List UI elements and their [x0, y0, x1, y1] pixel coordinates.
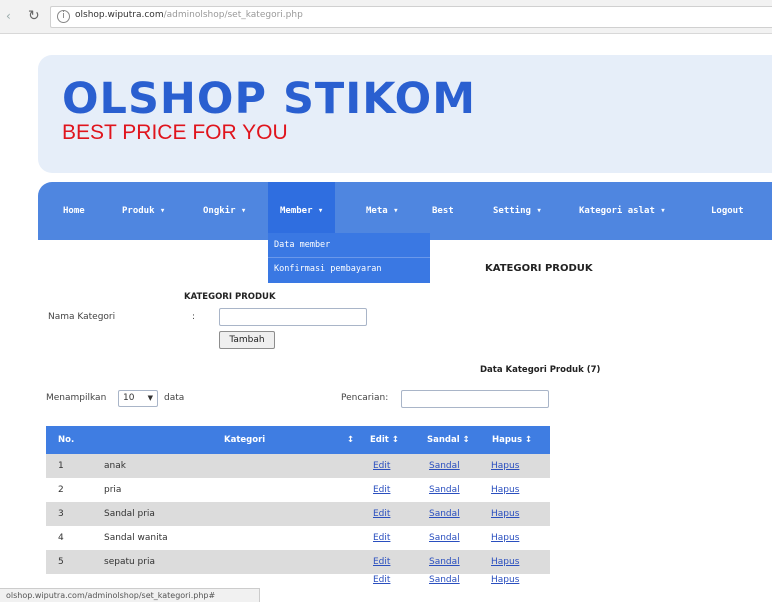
table-row: Edit Sandal Hapus	[46, 574, 550, 588]
address-bar[interactable]: i olshop.wiputra.com/adminolshop/set_kat…	[50, 6, 772, 28]
data-title: Data Kategori Produk (7)	[480, 365, 601, 375]
table-row: 1 anak Edit Sandal Hapus	[46, 454, 550, 478]
cell-no: 5	[58, 557, 64, 567]
hapus-link[interactable]: Hapus	[491, 478, 519, 502]
category-name-input[interactable]	[219, 308, 367, 326]
nav-kategori-aslat[interactable]: Kategori aslat ▾	[579, 182, 666, 240]
sandal-link[interactable]: Sandal	[429, 526, 460, 550]
cell-kategori: Sandal wanita	[104, 533, 168, 543]
address-text: olshop.wiputra.com/adminolshop/set_kateg…	[75, 10, 303, 20]
table-header: No. Kategori ↕ Edit ↕ Sandal ↕ Hapus ↕	[46, 426, 550, 454]
url-path: /adminolshop/set_kategori.php	[163, 10, 303, 20]
col-kategori[interactable]: Kategori	[224, 426, 265, 454]
nav-produk[interactable]: Produk ▾	[122, 182, 165, 240]
edit-link[interactable]: Edit	[373, 550, 390, 574]
url-host: olshop.wiputra.com	[75, 10, 164, 20]
dropdown-item-data-member[interactable]: Data member	[274, 235, 330, 255]
edit-link[interactable]: Edit	[373, 502, 390, 526]
page-title: KATEGORI PRODUK	[485, 263, 593, 274]
nav-meta[interactable]: Meta ▾	[366, 182, 399, 240]
hapus-link[interactable]: Hapus	[491, 526, 519, 550]
browser-toolbar: ‹ ↻ i olshop.wiputra.com/adminolshop/set…	[0, 0, 772, 34]
back-icon[interactable]: ‹	[6, 9, 20, 23]
cell-kategori: sepatu pria	[104, 557, 155, 567]
status-bar: olshop.wiputra.com/adminolshop/set_kateg…	[0, 588, 260, 602]
table-row: 2 pria Edit Sandal Hapus	[46, 478, 550, 502]
nav-logout[interactable]: Logout	[711, 182, 744, 240]
add-button[interactable]: Tambah	[219, 331, 275, 349]
site-logo[interactable]: OLSHOP STIKOM	[62, 77, 476, 121]
sandal-link[interactable]: Sandal	[429, 574, 460, 588]
hapus-link[interactable]: Hapus	[491, 574, 519, 588]
main-nav: Home Produk ▾ Ongkir ▾ Member ▾ Meta ▾ B…	[38, 182, 772, 240]
nav-best[interactable]: Best	[432, 182, 454, 240]
edit-link[interactable]: Edit	[373, 574, 390, 588]
hapus-link[interactable]: Hapus	[491, 502, 519, 526]
member-dropdown: Data member Konfirmasi pembayaran	[268, 233, 430, 283]
sandal-link[interactable]: Sandal	[429, 478, 460, 502]
name-label: Nama Kategori	[48, 312, 116, 322]
entries-value: 10	[123, 393, 135, 403]
col-sort[interactable]: ↕	[347, 426, 354, 454]
col-no[interactable]: No.	[58, 426, 74, 454]
entries-select[interactable]: 10 ▼	[118, 390, 158, 407]
sandal-link[interactable]: Sandal	[429, 454, 460, 478]
site-tagline: BEST PRICE FOR YOU	[62, 121, 288, 144]
show-prefix: Menampilkan	[46, 393, 107, 403]
cell-no: 2	[58, 485, 64, 495]
cell-kategori: anak	[104, 461, 126, 471]
hapus-link[interactable]: Hapus	[491, 454, 519, 478]
nav-member[interactable]: Member ▾	[268, 182, 336, 240]
nav-setting[interactable]: Setting ▾	[493, 182, 542, 240]
reload-icon[interactable]: ↻	[28, 8, 44, 24]
col-edit[interactable]: Edit ↕	[370, 426, 399, 454]
show-suffix: data	[164, 393, 185, 403]
table-row: 5 sepatu pria Edit Sandal Hapus	[46, 550, 550, 574]
cell-no: 1	[58, 461, 64, 471]
cell-no: 4	[58, 533, 64, 543]
search-input[interactable]	[401, 390, 549, 408]
search-label: Pencarian:	[341, 393, 389, 403]
dropdown-item-konfirmasi[interactable]: Konfirmasi pembayaran	[274, 259, 381, 279]
nav-ongkir[interactable]: Ongkir ▾	[203, 182, 246, 240]
col-hapus[interactable]: Hapus ↕	[492, 426, 532, 454]
edit-link[interactable]: Edit	[373, 526, 390, 550]
colon-separator: :	[192, 312, 196, 322]
hapus-link[interactable]: Hapus	[491, 550, 519, 574]
col-sandal[interactable]: Sandal ↕	[427, 426, 470, 454]
cell-kategori: Sandal pria	[104, 509, 155, 519]
sandal-link[interactable]: Sandal	[429, 502, 460, 526]
chevron-down-icon: ▼	[147, 394, 153, 402]
info-icon[interactable]: i	[57, 10, 70, 23]
sandal-link[interactable]: Sandal	[429, 550, 460, 574]
table-row: 4 Sandal wanita Edit Sandal Hapus	[46, 526, 550, 550]
form-title: KATEGORI PRODUK	[184, 292, 276, 302]
cell-no: 3	[58, 509, 64, 519]
table-row: 3 Sandal pria Edit Sandal Hapus	[46, 502, 550, 526]
edit-link[interactable]: Edit	[373, 478, 390, 502]
edit-link[interactable]: Edit	[373, 454, 390, 478]
site-header: OLSHOP STIKOM BEST PRICE FOR YOU	[38, 55, 772, 173]
dropdown-divider	[268, 257, 430, 258]
nav-home[interactable]: Home	[63, 182, 85, 240]
cell-kategori: pria	[104, 485, 122, 495]
